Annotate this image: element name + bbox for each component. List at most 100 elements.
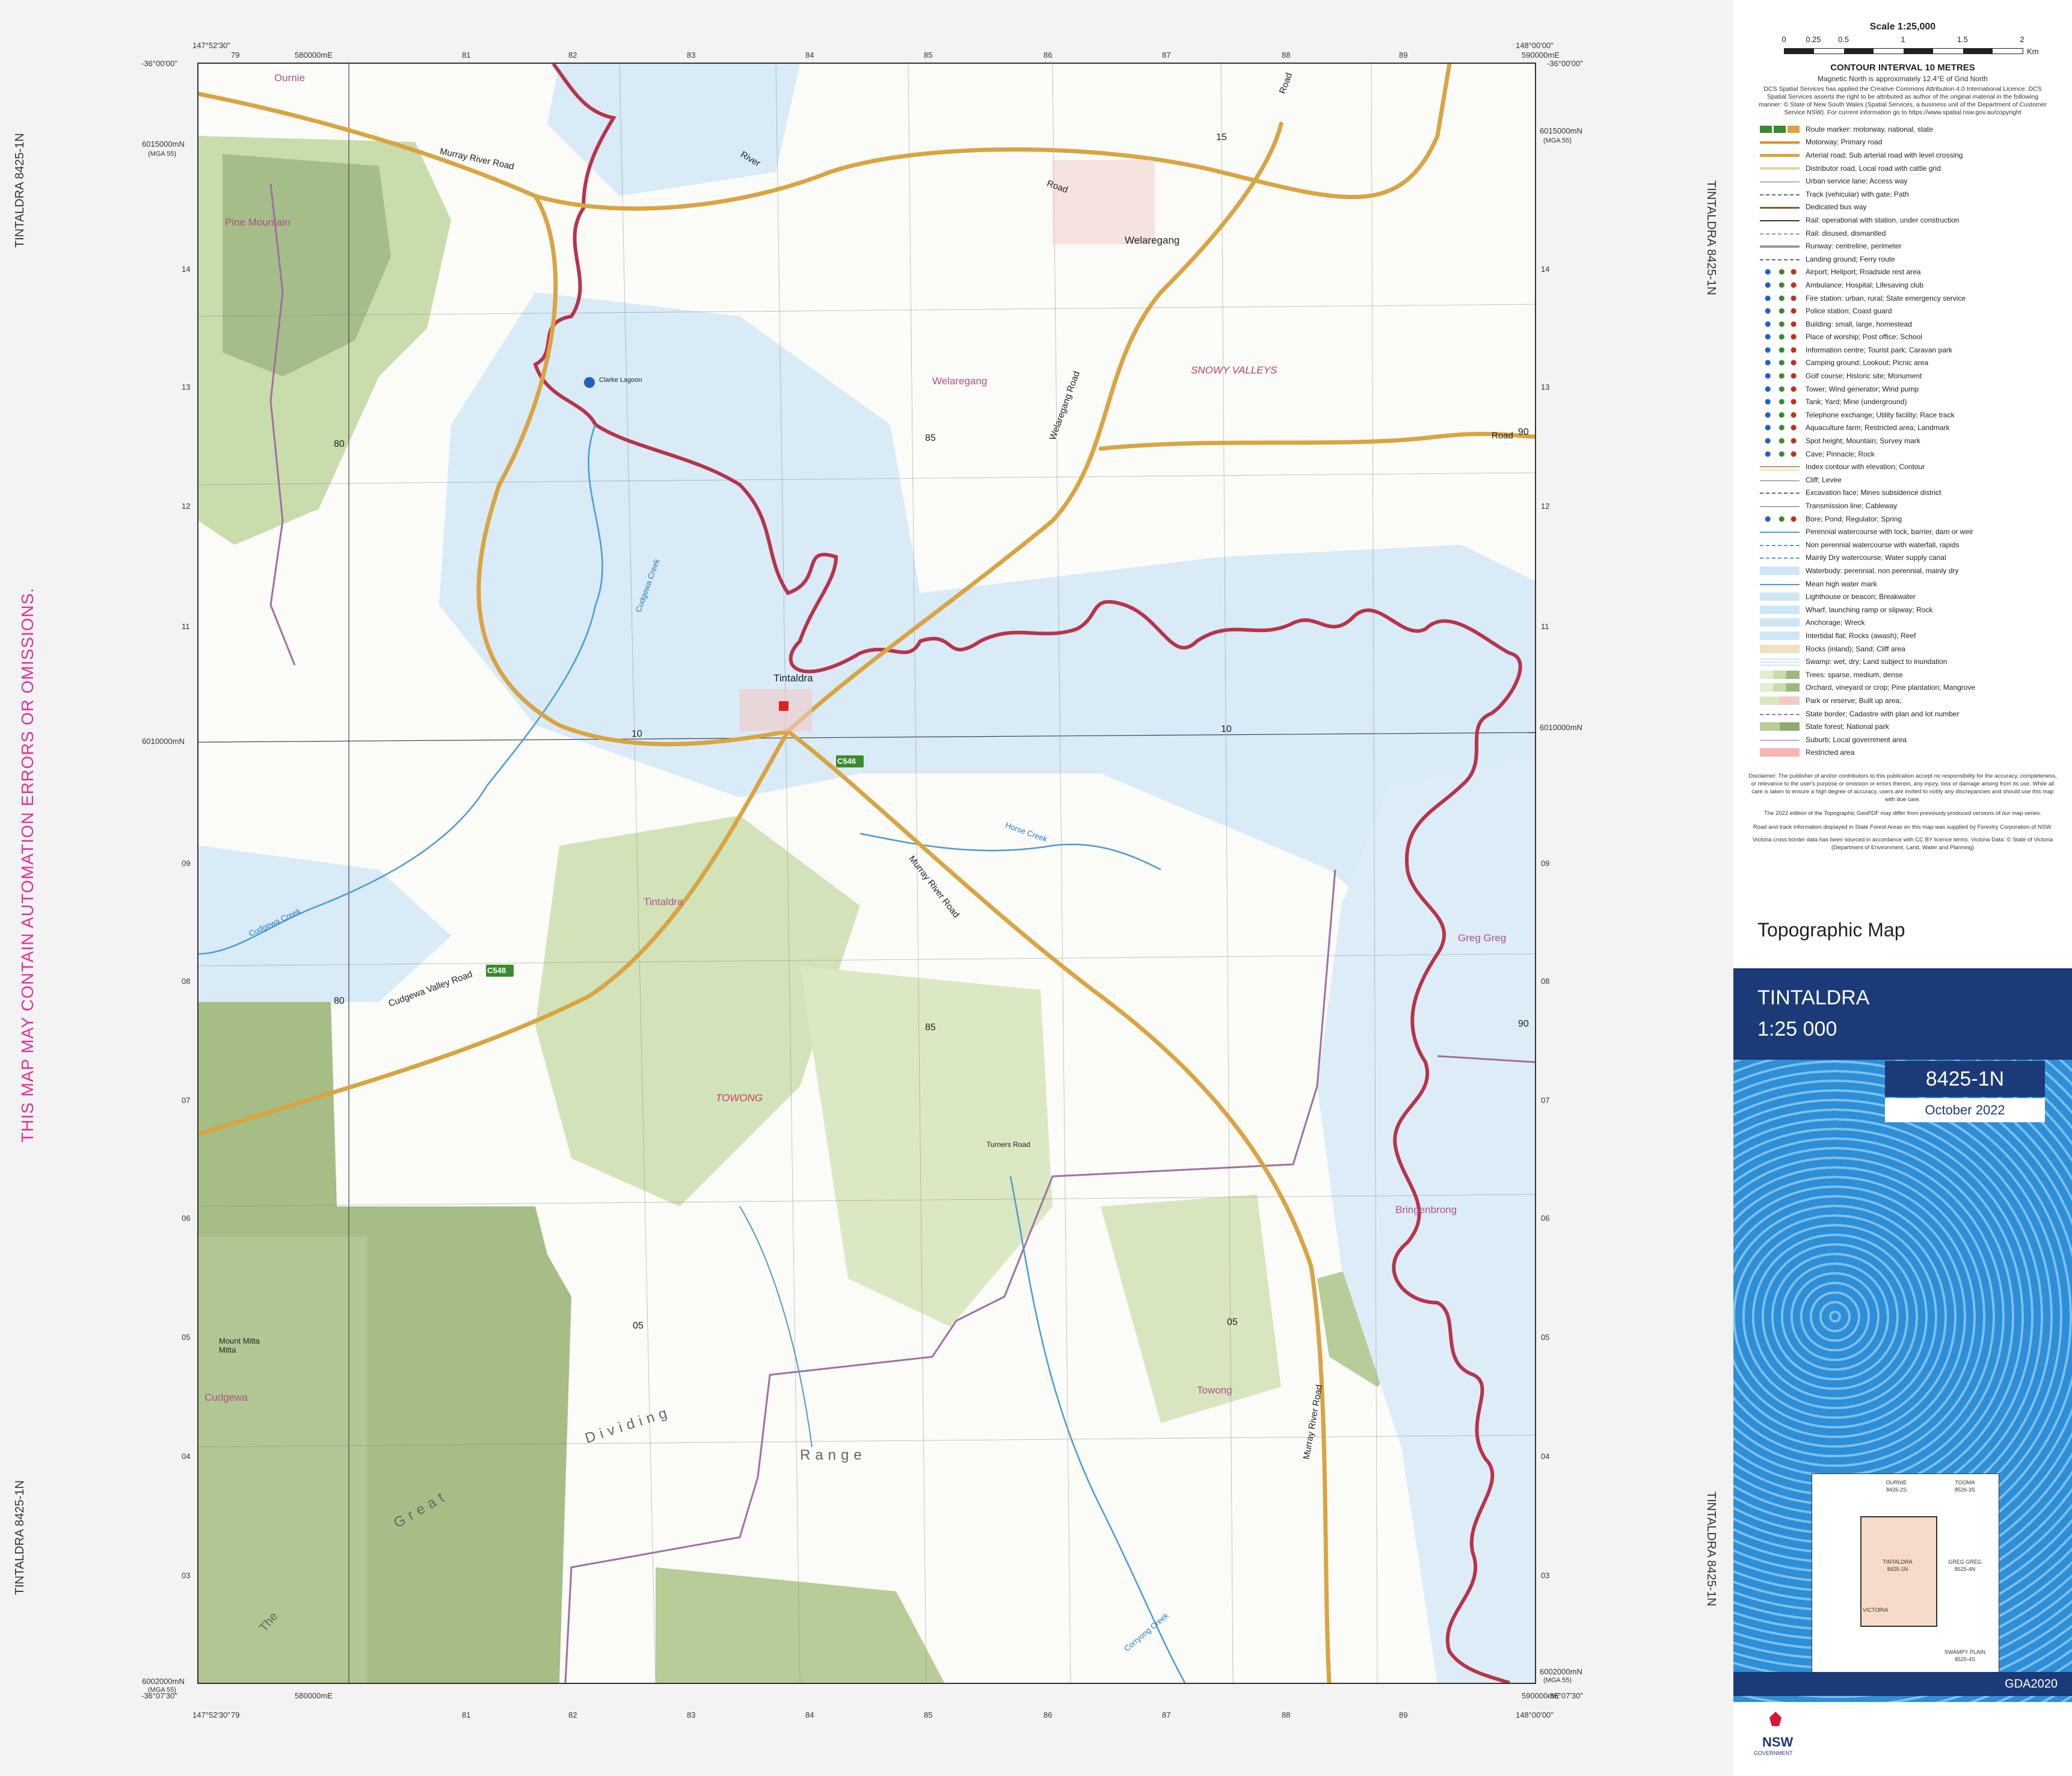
legend-item: Perennial watercourse with lock, barrier…	[1760, 525, 2072, 538]
horse-creek	[859, 832, 1161, 871]
mga-bottom-right: (MGA 55)	[1543, 1677, 1572, 1684]
edition-note: The 2022 edition of the Topographic GeoP…	[1763, 810, 2042, 817]
welaregang-built-up	[1053, 160, 1155, 244]
legend-item-label: Rail: disused, dismantled	[1806, 229, 1886, 238]
legend-item-label: Swamp: wet, dry; Land subject to inundat…	[1806, 657, 1947, 666]
floodplain-east	[1317, 755, 1535, 1683]
legend-item: Intertidal flat; Rocks (awash); Reef	[1760, 629, 2072, 642]
legend-item: Place of worship; Post office; School	[1760, 331, 2072, 344]
easting-tick: 83	[687, 1710, 696, 1719]
legend-item: Cave; Pinnacle; Rock	[1760, 447, 2072, 461]
northing-bottom-left: 6002000mN	[142, 1677, 185, 1686]
easting-tick: 85	[924, 1710, 933, 1719]
legend-item: Arterial road; Sub arterial road with le…	[1760, 149, 2072, 162]
easting-tick: 86	[1044, 1710, 1053, 1719]
legend-item-label: Bore; Pond; Regulator; Spring	[1806, 514, 1902, 523]
index-ournie-no: 8426-2S	[1886, 1487, 1907, 1493]
grid-number-10-west: 10	[632, 729, 642, 739]
tan-legend-symbol-icon	[1760, 167, 1800, 172]
suburb-legend-symbol-icon	[1760, 739, 1800, 743]
label-c546: C546	[837, 757, 856, 766]
water-legend-symbol-icon	[1760, 605, 1800, 614]
legend-item-label: Transmission line; Cableway	[1806, 502, 1898, 511]
magnetic-north: Magnetic North is approximately 12.4°E o…	[1818, 75, 1988, 83]
legend-item-label: Anchorage; Wreck	[1806, 618, 1865, 627]
scale-tick: 1.5	[1957, 35, 1969, 44]
easting-tick: 81	[462, 51, 471, 60]
rail-legend-symbol-icon	[1760, 220, 1800, 224]
legend-item-label: Golf course; Historic site; Monument	[1806, 372, 1922, 381]
legend-item-label: Non perennial watercourse with waterfall…	[1806, 540, 1960, 549]
icons-legend-symbol-icon	[1760, 319, 1800, 328]
icons-legend-symbol-icon	[1760, 437, 1800, 446]
creek-central	[739, 1206, 813, 1448]
northing-tick: 09	[182, 859, 191, 868]
icons-legend-symbol-icon	[1760, 333, 1800, 342]
label-range: Range	[800, 1447, 867, 1463]
sheet-title-block: TINTALDRA 1:25 000 8425-1N October 2022 …	[1733, 968, 2072, 1702]
icons-legend-symbol-icon	[1760, 449, 1800, 458]
dash-legend-symbol-icon	[1760, 194, 1800, 198]
legend-item: Fire station: urban, rural; State emerge…	[1760, 292, 2072, 305]
index-victoria: VICTORIA	[1863, 1607, 1889, 1613]
easting-tick: 81	[462, 1710, 471, 1719]
legend-item: Rail: disused, dismantled	[1760, 227, 2072, 240]
legend-item: Information centre; Tourist park; Carava…	[1760, 343, 2072, 357]
corner-br-lon: 148°00'00"	[1516, 1710, 1554, 1719]
legend-item: Route marker: motorway, national, state	[1760, 123, 2072, 136]
northing-tick: 05	[1541, 1333, 1550, 1342]
legend-item: Distributor road, Local road with cattle…	[1760, 162, 2072, 175]
legend-item-label: Excavation face; Mines subsidence distri…	[1806, 488, 1941, 497]
map-frame[interactable]: Tintaldra Tintaldra Welaregang Welaregan…	[197, 63, 1536, 1684]
blue-legend-symbol-icon	[1760, 532, 1800, 535]
easting-tick: 87	[1162, 51, 1171, 60]
index-tintaldra-no: 8425-1N	[1887, 1566, 1908, 1572]
trees-legend-symbol-icon	[1760, 670, 1800, 679]
victoria-note: Victoria cross border data has been sour…	[1753, 837, 2053, 852]
legend-item: State border; Cadastre with plan and lot…	[1760, 707, 2072, 721]
label-c548: C548	[487, 966, 506, 975]
legend-item: Suburb; Local government area	[1760, 733, 2072, 746]
clarke-lagoon-camping-icon	[584, 377, 595, 388]
northing-tick: 12	[182, 502, 191, 511]
northing-tick: 04	[182, 1452, 191, 1461]
legend-item-label: State forest; National park	[1806, 722, 1889, 731]
sheet-id-right-bottom: TINTALDRA 8425-1N	[1705, 1492, 1718, 1606]
grid-number-90-south: 90	[1518, 1019, 1529, 1029]
northing-tick: 03	[182, 1571, 191, 1580]
forestry-note: Road and track information displayed in …	[1753, 824, 2053, 831]
legend-item: Waterbody: perennial, non perennial, mai…	[1760, 564, 2072, 577]
icons-legend-symbol-icon	[1760, 358, 1800, 367]
northing-tick: 11	[1541, 622, 1549, 631]
scale-tick: 0.25	[1806, 35, 1821, 44]
easting-last-bottom: 590000mE	[1522, 1691, 1560, 1700]
legend-item: Excavation face; Mines subsidence distri…	[1760, 487, 2072, 500]
easting-tick: 79	[231, 51, 240, 60]
northing-tick: 08	[182, 977, 191, 986]
easting-first-bottom: 580000mE	[295, 1691, 333, 1700]
grid-number-80-south: 80	[334, 996, 345, 1006]
sheet-number: 8425-1N	[1885, 1061, 2045, 1097]
tintaldra-built-up	[740, 689, 812, 731]
grey-legend-symbol-icon	[1760, 245, 1800, 250]
northing-top-left: 6015000mN	[142, 140, 185, 149]
icons-legend-symbol-icon	[1760, 514, 1800, 523]
scale-bar-graphic	[1784, 48, 2023, 54]
legend-item: Park or reserve; Built up area;	[1760, 694, 2072, 707]
label-clarke-lagoon: Clarke Lagoon	[599, 376, 642, 384]
restricted-legend-symbol-icon	[1760, 748, 1800, 757]
bluedash-legend-symbol-icon	[1760, 544, 1800, 548]
index-map: OURNIE 8426-2S TOOMA 8526-3S TINTALDRA 8…	[1812, 1473, 1999, 1685]
thin-legend-symbol-icon	[1760, 182, 1800, 185]
water-legend-symbol-icon	[1760, 631, 1800, 640]
map-canvas[interactable]	[198, 64, 1535, 1683]
border-legend-symbol-icon	[1760, 713, 1800, 717]
legend-item: Restricted area	[1760, 746, 2072, 760]
legend-item: Rocks (inland); Sand; Cliff area	[1760, 642, 2072, 656]
legend-item-label: Trees: sparse, medium, dense	[1806, 670, 1903, 679]
mga-bottom-left: (MGA 55)	[148, 1686, 177, 1694]
datum-bar: GDA2020	[1733, 1672, 2072, 1696]
park-legend-symbol-icon	[1760, 696, 1800, 705]
easting-tick: 86	[1044, 51, 1053, 60]
legend-item-label: Ambulance; Hospital; Lifesaving club	[1806, 280, 1924, 289]
